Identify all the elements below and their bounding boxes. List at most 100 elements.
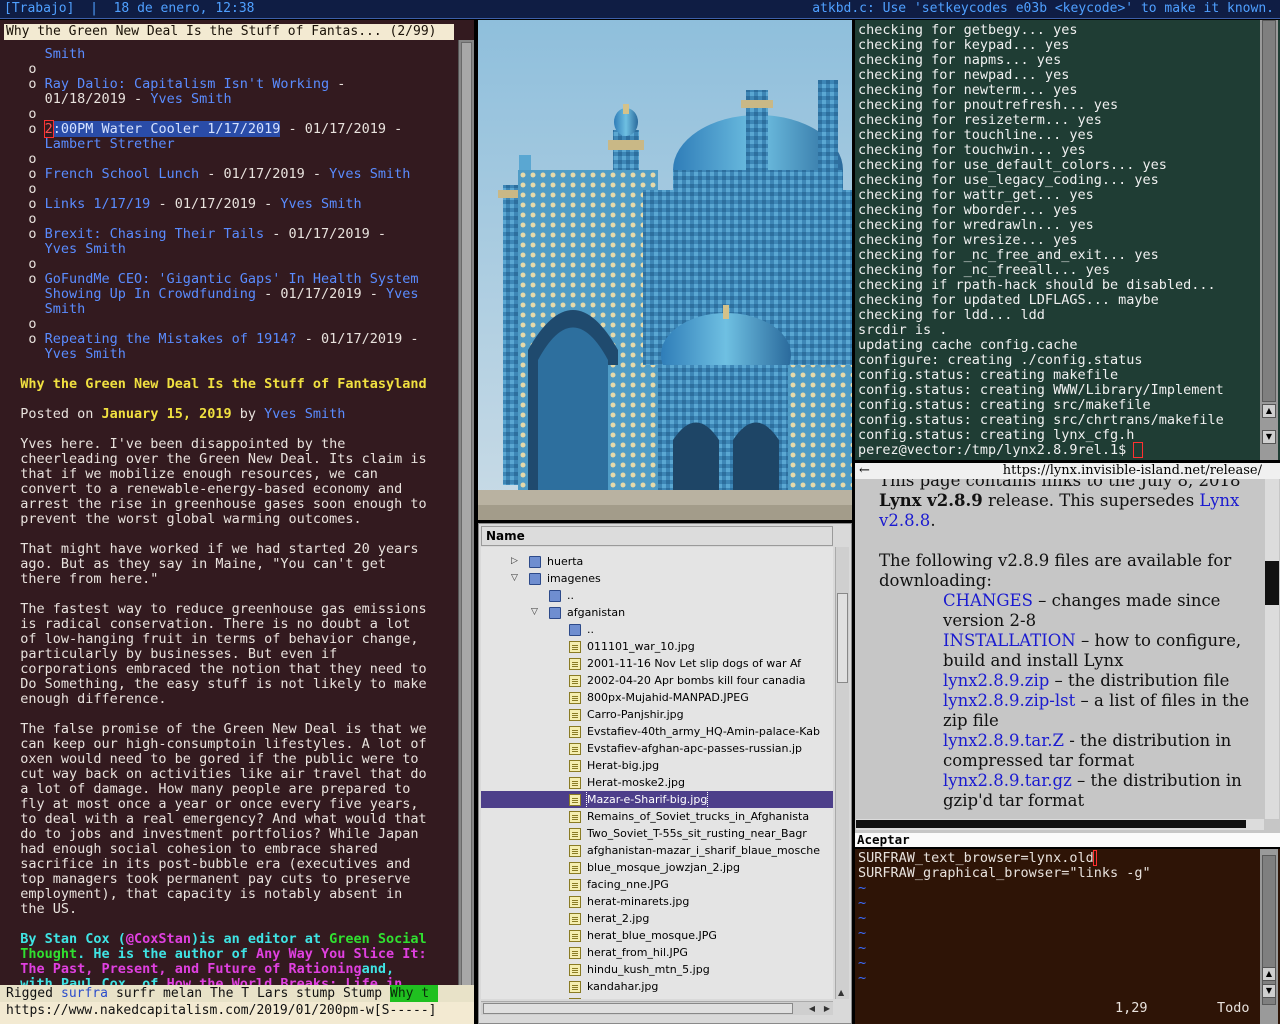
scroll-up-arrow-icon[interactable]: ▲ xyxy=(1262,404,1276,418)
article-link[interactable]: Yves Smith xyxy=(329,166,410,182)
file-row[interactable]: Mazar-e-Sharif-big.jpg xyxy=(481,791,833,808)
folder-row[interactable]: ▽ imagenes xyxy=(481,570,833,587)
page-link[interactable]: lynx2.8.9.tar.gz xyxy=(943,771,1072,790)
page-link[interactable]: CHANGES xyxy=(943,591,1033,610)
expander-open-icon[interactable]: ▽ xyxy=(511,570,518,587)
article-link[interactable]: French School Lunch xyxy=(45,166,199,182)
file-row[interactable]: blue_mosque_jowzjan_2.jpg xyxy=(481,859,833,876)
file-row[interactable]: herat_2.jpg xyxy=(481,910,833,927)
file-row[interactable]: Herat-moske2.jpg xyxy=(481,774,833,791)
build-terminal[interactable]: checking for getbegy... yes checking for … xyxy=(855,20,1280,460)
file-row[interactable]: Carro-Panjshir.jpg xyxy=(481,706,833,723)
file-row[interactable]: Evstafiev-40th_army_HQ-Amin-palace-Kab xyxy=(481,723,833,740)
article-link[interactable]: Yves Smith xyxy=(45,241,126,257)
article-terminal[interactable]: Why the Green New Deal Is the Stuff of F… xyxy=(0,20,474,1024)
scrollbar-thumb[interactable] xyxy=(1262,20,1276,402)
input-field[interactable] xyxy=(911,833,1280,847)
file-tree[interactable]: ▷ huerta ▽ imagenes.. ▽ afganistan.. 011101_wa… xyxy=(481,547,833,999)
article-link[interactable]: Showing Up In Crowdfunding xyxy=(45,286,256,302)
file-row[interactable]: herat-minarets.jpg xyxy=(481,893,833,910)
tab-0[interactable]: Rigged xyxy=(6,985,53,1002)
file-row[interactable]: facing_nne.JPG xyxy=(481,876,833,893)
browser-vscrollbar[interactable] xyxy=(1265,479,1279,819)
article-link[interactable]: Yves Smith xyxy=(264,406,345,422)
file-tree-vscrollbar[interactable]: ▲ xyxy=(835,547,849,999)
file-tree-hscrollbar[interactable]: ◀ ▶ xyxy=(481,1001,833,1015)
url-bar[interactable]: ← https://lynx.invisible-island.net/rele… xyxy=(855,463,1280,479)
file-row[interactable]: 2002-04-20 Apr bombs kill four canadia xyxy=(481,672,833,689)
expander-closed-icon[interactable]: ▷ xyxy=(511,553,518,570)
article-link[interactable]: The Past, Present, and Future of Rationi… xyxy=(20,961,361,977)
page-link[interactable]: Lynx xyxy=(1199,491,1239,510)
page-content[interactable]: This page contains links to the July 8, … xyxy=(855,463,1260,819)
article-link[interactable]: Brexit: Chasing Their Tails xyxy=(45,226,264,242)
file-row[interactable]: Evstafiev-afghan-apc-passes-russian.jp xyxy=(481,740,833,757)
folder-row[interactable]: ▷ huerta xyxy=(481,553,833,570)
folder-row[interactable]: .. xyxy=(481,621,833,638)
article-scrollbar[interactable] xyxy=(458,40,474,1004)
back-arrow-icon[interactable]: ← xyxy=(859,463,870,479)
page-link[interactable]: lynx2.8.9.zip xyxy=(943,671,1049,690)
folder-row[interactable]: ▽ afganistan xyxy=(481,604,833,621)
article-link[interactable]: :00PM Water Cooler 1/17/2019 xyxy=(52,121,281,137)
scrollbar-thumb[interactable] xyxy=(1265,561,1279,605)
article-content[interactable]: Smith o o Ray Dalio: Capitalism Isn't Wo… xyxy=(0,40,458,1004)
tab-2[interactable]: surfr xyxy=(116,985,155,1002)
tab-4[interactable]: The T xyxy=(210,985,249,1002)
folder-row[interactable]: .. xyxy=(481,587,833,604)
file-row[interactable]: hindu_kush_mtn_5.jpg xyxy=(481,961,833,978)
ok-button[interactable]: Aceptar xyxy=(855,833,912,847)
article-link[interactable]: Thought xyxy=(20,946,77,962)
scrollbar-thumb[interactable] xyxy=(461,42,472,1000)
vim-editor[interactable]: SURFRAW_text_browser=lynx.old SURFRAW_gra… xyxy=(855,849,1280,1024)
article-link[interactable]: GoFundMe CEO: 'Gigantic Gaps' In Health … xyxy=(45,271,419,287)
article-link[interactable]: Smith xyxy=(45,301,86,317)
scroll-down-arrow-icon[interactable]: ▼ xyxy=(1262,984,1276,998)
article-link[interactable]: 2 xyxy=(43,120,54,138)
article-link[interactable]: Ray Dalio: Capitalism Isn't Working xyxy=(45,76,329,92)
expander-open-icon[interactable]: ▽ xyxy=(531,604,538,621)
page-link[interactable]: lynx2.8.9.tar.Z xyxy=(943,731,1064,750)
tab-6[interactable]: stump xyxy=(296,985,335,1002)
article-link[interactable]: Repeating the Mistakes of 1914? xyxy=(45,331,297,347)
scroll-up-arrow-icon[interactable]: ▲ xyxy=(838,988,844,997)
url-text[interactable]: https://lynx.invisible-island.net/releas… xyxy=(1000,463,1264,479)
page-link[interactable]: lynx2.8.9.zip-lst xyxy=(943,691,1075,710)
article-link[interactable]: Green Social xyxy=(329,931,427,947)
article-link[interactable]: Smith xyxy=(45,46,86,62)
page-link[interactable]: INSTALLATION xyxy=(943,631,1076,650)
article-link[interactable]: Yves xyxy=(386,286,419,302)
article-link[interactable]: Yves Smith xyxy=(280,196,361,212)
article-link[interactable]: Yves Smith xyxy=(150,91,231,107)
scroll-right-arrow-icon[interactable]: ▶ xyxy=(824,1004,830,1013)
scroll-left-arrow-icon[interactable]: ◀ xyxy=(809,1004,815,1013)
scroll-up-arrow-icon[interactable]: ▲ xyxy=(1262,967,1276,981)
article-link[interactable]: Links 1/17/19 xyxy=(45,196,151,212)
file-row[interactable]: Herat-big.jpg xyxy=(481,757,833,774)
article-link[interactable]: Yves Smith xyxy=(45,346,126,362)
tab-bar[interactable]: Rigged surfra surfr melan The T Lars stump Stum… xyxy=(0,985,474,1002)
file-row[interactable]: herat_from_hil.JPG xyxy=(481,944,833,961)
file-row[interactable]: Two_Soviet_T-55s_sit_rusting_near_Bagr xyxy=(481,825,833,842)
file-row[interactable]: looking_to_you.JPG xyxy=(481,995,833,999)
graphical-browser[interactable]: This page contains links to the July 8, … xyxy=(855,463,1280,833)
file-row[interactable]: Remains_of_Soviet_trucks_in_Afghanista xyxy=(481,808,833,825)
column-header-name[interactable]: Name xyxy=(481,526,833,546)
scrollbar-thumb[interactable] xyxy=(1262,855,1276,1005)
tab-1[interactable]: surfra xyxy=(61,985,108,1002)
file-row[interactable]: 011101_war_10.jpg xyxy=(481,638,833,655)
scroll-down-arrow-icon[interactable]: ▼ xyxy=(1262,430,1276,444)
file-row[interactable]: kandahar.jpg xyxy=(481,978,833,995)
article-link[interactable]: Lambert Strether xyxy=(45,136,175,152)
vim-scrollbar[interactable]: ▲ ▼ xyxy=(1260,849,1278,1024)
browser-hscrollbar[interactable] xyxy=(856,819,1264,830)
tab-7[interactable]: Stump xyxy=(343,985,382,1002)
scrollbar-thumb[interactable] xyxy=(837,593,848,683)
tab-5[interactable]: Lars xyxy=(257,985,288,1002)
file-browser[interactable]: Name ▷ huerta ▽ imagenes.. ▽ afganistan.. 0111… xyxy=(478,523,852,1024)
file-row[interactable]: 800px-Mujahid-MANPAD.JPEG xyxy=(481,689,833,706)
file-row[interactable]: 2001-11-16 Nov Let slip dogs of war Af xyxy=(481,655,833,672)
scrollbar-thumb[interactable] xyxy=(483,1003,793,1014)
workspace-label[interactable]: [Trabajo] xyxy=(4,1,74,16)
file-row[interactable]: herat_blue_mosque.JPG xyxy=(481,927,833,944)
